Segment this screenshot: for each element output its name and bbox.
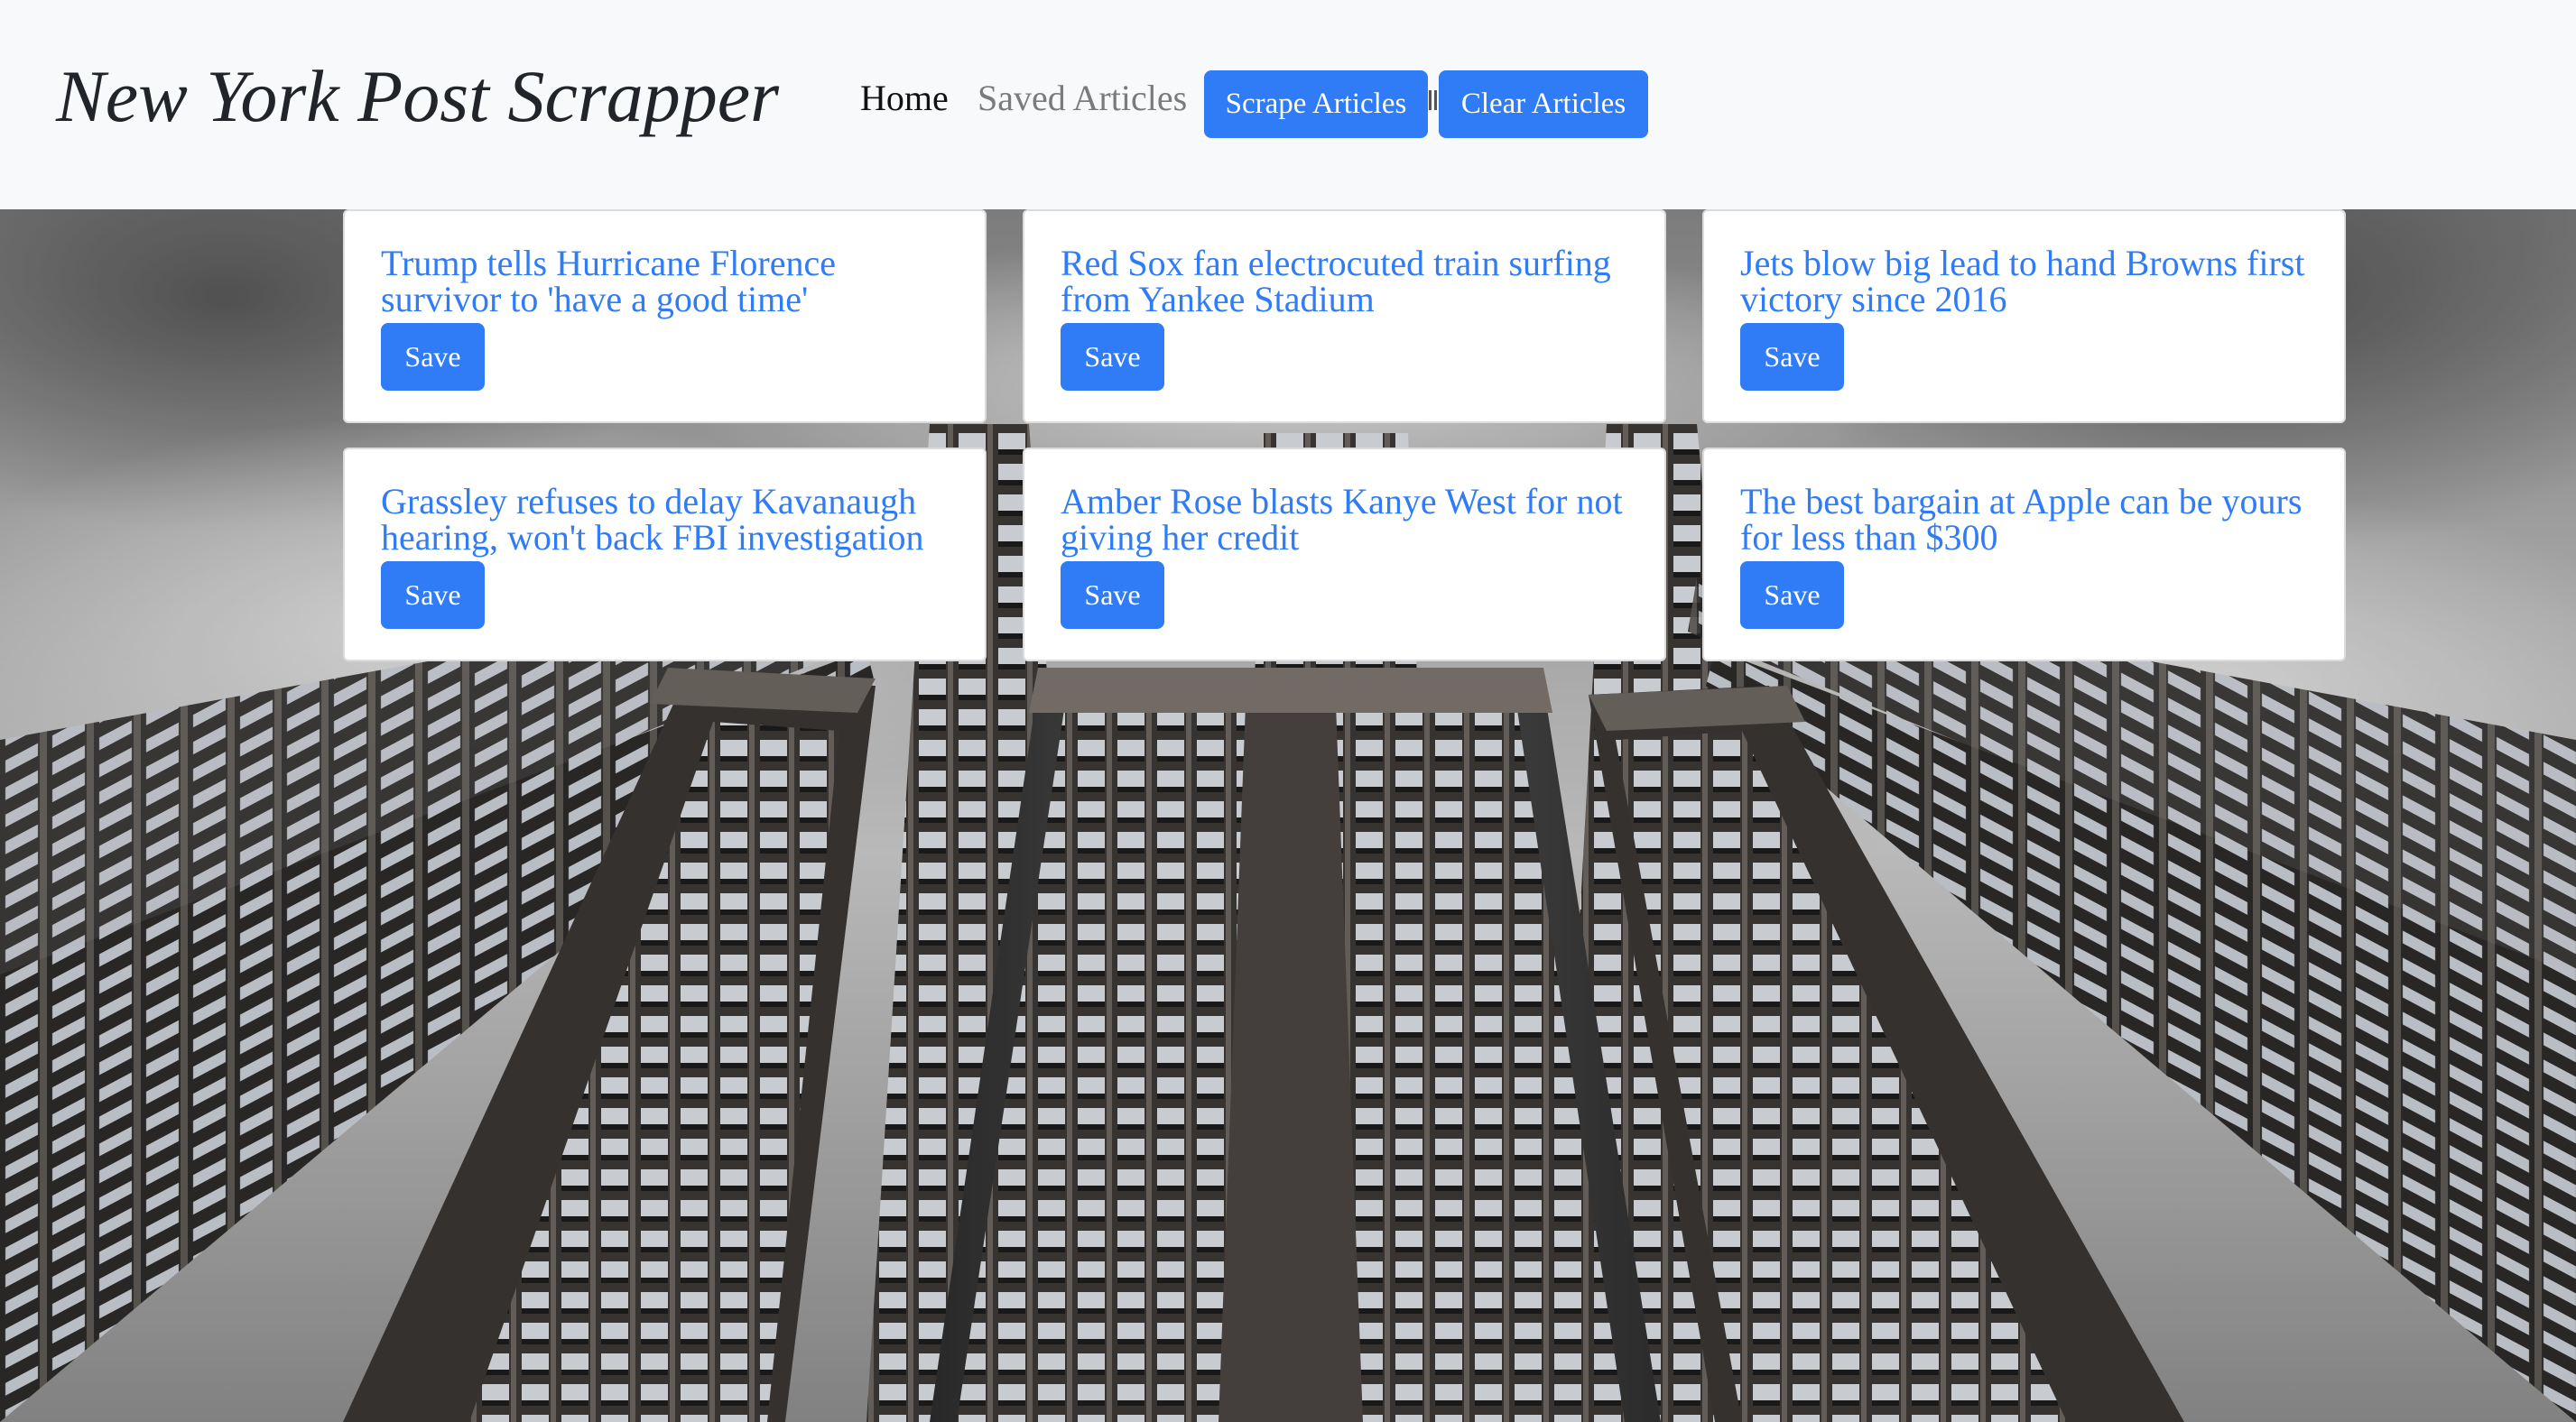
article-title-link[interactable]: Grassley refuses to delay Kavanaugh hear… (381, 484, 959, 556)
nav-saved-articles-link[interactable]: Saved Articles (978, 78, 1187, 119)
article-card: Jets blow big lead to hand Browns first … (1702, 209, 2346, 423)
page: New York Post Scrapper Home Saved Articl… (0, 0, 2576, 1422)
article-title-link[interactable]: Trump tells Hurricane Florence survivor … (381, 245, 959, 318)
save-article-button[interactable]: Save (1740, 561, 1844, 629)
article-card: The best bargain at Apple can be yours f… (1702, 448, 2346, 661)
clear-articles-button[interactable]: Clear Articles (1439, 70, 1648, 138)
article-title-link[interactable]: Red Sox fan electrocuted train surfing f… (1061, 245, 1638, 318)
article-card: Trump tells Hurricane Florence survivor … (343, 209, 987, 423)
article-card: Red Sox fan electrocuted train surfing f… (1023, 209, 1666, 423)
article-card: Amber Rose blasts Kanye West for not giv… (1023, 448, 1666, 661)
navbar: New York Post Scrapper Home Saved Articl… (0, 0, 2576, 209)
save-article-button[interactable]: Save (381, 561, 485, 629)
scrape-articles-button[interactable]: Scrape Articles (1204, 70, 1428, 138)
save-article-button[interactable]: Save (1061, 323, 1164, 391)
save-article-button[interactable]: Save (381, 323, 485, 391)
save-article-button[interactable]: Save (1061, 561, 1164, 629)
article-title-link[interactable]: Amber Rose blasts Kanye West for not giv… (1061, 484, 1638, 556)
article-title-link[interactable]: Jets blow big lead to hand Browns first … (1740, 245, 2318, 318)
button-separator (1428, 90, 1439, 112)
article-card: Grassley refuses to delay Kavanaugh hear… (343, 448, 987, 661)
brand-title[interactable]: New York Post Scrapper (56, 54, 779, 139)
save-article-button[interactable]: Save (1740, 323, 1844, 391)
nav-home-link[interactable]: Home (860, 78, 949, 119)
article-title-link[interactable]: The best bargain at Apple can be yours f… (1740, 484, 2318, 556)
